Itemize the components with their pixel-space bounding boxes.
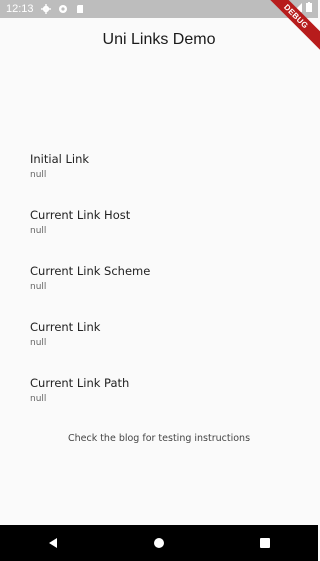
item-label: Current Link Scheme bbox=[30, 264, 151, 278]
item-value: null bbox=[30, 394, 47, 404]
battery-icon bbox=[306, 2, 312, 15]
initial-link-item: Initial Link null bbox=[30, 152, 300, 208]
sd-card-icon bbox=[75, 4, 85, 14]
item-value: null bbox=[30, 338, 47, 348]
app-title: Uni Links Demo bbox=[102, 31, 216, 48]
item-value: null bbox=[30, 226, 47, 236]
status-bar: 12:13 bbox=[0, 0, 318, 18]
item-label: Current Link Path bbox=[30, 376, 130, 390]
navigation-bar bbox=[0, 525, 318, 561]
gear-icon bbox=[40, 4, 51, 14]
status-time: 12:13 bbox=[6, 3, 34, 15]
current-link-scheme-item: Current Link Scheme null bbox=[30, 264, 300, 320]
back-button[interactable] bbox=[39, 529, 67, 557]
item-value: null bbox=[30, 282, 47, 292]
item-label: Current Link bbox=[30, 320, 101, 334]
item-label: Initial Link bbox=[30, 152, 90, 166]
home-button[interactable] bbox=[145, 529, 173, 557]
testing-instructions-note: Check the blog for testing instructions bbox=[67, 433, 251, 444]
app-bar: Uni Links Demo bbox=[0, 18, 318, 62]
home-icon bbox=[154, 538, 164, 548]
current-link-host-item: Current Link Host null bbox=[30, 208, 300, 264]
current-link-path-item: Current Link Path null bbox=[30, 376, 300, 432]
recents-icon bbox=[260, 538, 270, 548]
item-value: null bbox=[30, 170, 47, 180]
recents-button[interactable] bbox=[251, 529, 279, 557]
link-info-list: Initial Link null Current Link Host null… bbox=[30, 152, 300, 432]
current-link-item: Current Link null bbox=[30, 320, 300, 376]
item-label: Current Link Host bbox=[30, 208, 131, 222]
shield-icon bbox=[58, 4, 68, 14]
back-icon bbox=[49, 538, 57, 548]
